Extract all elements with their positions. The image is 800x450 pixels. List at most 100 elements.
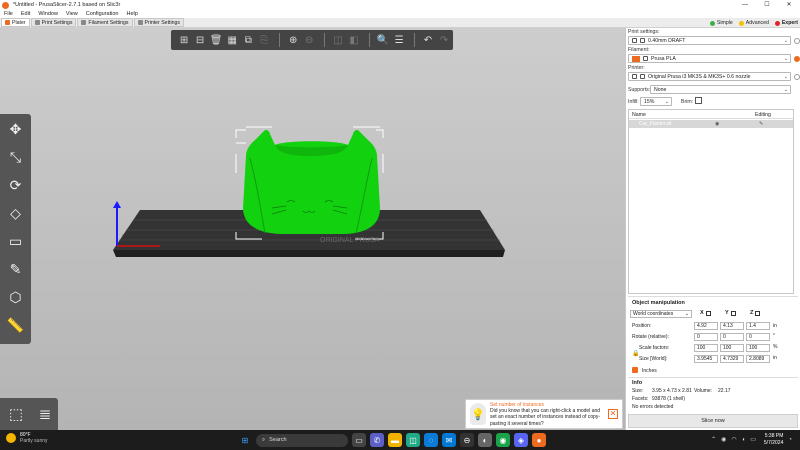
inches-checkbox[interactable] [632, 367, 638, 373]
reset-icon[interactable] [794, 38, 800, 44]
size-y-field[interactable]: 4.7329 [720, 355, 744, 363]
print-settings-combo[interactable]: 0.40mm DRAFT ⌄ [628, 36, 791, 45]
delete-icon[interactable]: ⊟ [193, 32, 207, 48]
weather-widget[interactable]: 80°F Partly sunny [6, 432, 48, 444]
cut-icon[interactable]: ▭ [4, 230, 27, 252]
search-icon[interactable]: 🔍 [376, 32, 390, 48]
mail-icon[interactable]: ✉ [442, 433, 456, 447]
app-icon[interactable]: ◐ [478, 433, 492, 447]
reset-icon[interactable] [794, 74, 800, 80]
paste-icon[interactable]: ⎘ [257, 32, 271, 48]
tab-print-settings[interactable]: Print Settings [30, 18, 77, 27]
eye-icon[interactable]: ◉ [715, 121, 719, 127]
position-y-field[interactable]: 4.13 [720, 322, 744, 330]
mode-advanced[interactable]: Advanced [738, 20, 769, 26]
slice-now-button[interactable]: Slice now [628, 414, 798, 428]
add-instance-icon[interactable]: ⊕ [286, 32, 300, 48]
tab-plater[interactable]: Plater [1, 18, 30, 27]
battery-icon[interactable]: ▭ [750, 436, 756, 443]
layers-editing-icon[interactable]: ☰ [392, 32, 406, 48]
delete-all-icon[interactable]: 🗑 [209, 32, 223, 48]
edge-icon[interactable]: ◌ [424, 433, 438, 447]
tray-overflow-icon[interactable]: ⌃ [711, 436, 716, 443]
volume-icon[interactable]: ◖ [742, 437, 746, 443]
start-icon[interactable]: ⊞ [238, 433, 252, 447]
clock[interactable]: 5:38 PM 5/7/2024 [764, 433, 783, 446]
rotate-z-field[interactable]: 0 [746, 333, 770, 341]
split-parts-icon[interactable]: ◧ [347, 32, 361, 48]
task-view-icon[interactable]: ▭ [352, 433, 366, 447]
menu-configuration[interactable]: Configuration [86, 11, 119, 17]
taskbar-search[interactable]: ⌕ Search [256, 433, 348, 447]
tab-printer-settings[interactable]: Printer Settings [133, 18, 184, 27]
tab-bar: Plater Print Settings Filament Settings … [0, 18, 800, 28]
cat-planter-model[interactable] [243, 130, 380, 234]
filament-combo[interactable]: Prusa PLA ⌄ [628, 54, 791, 63]
notification-bell-icon[interactable]: ◔ [788, 437, 792, 443]
chrome-icon[interactable]: ◉ [496, 433, 510, 447]
teams-icon[interactable]: ✆ [370, 433, 384, 447]
menu-edit[interactable]: Edit [21, 11, 30, 17]
file-explorer-icon[interactable]: ▬ [388, 433, 402, 447]
size-z-field[interactable]: 2.8089 [746, 355, 770, 363]
menu-view[interactable]: View [66, 11, 78, 17]
measure-icon[interactable]: 📏 [4, 314, 27, 336]
remove-instance-icon[interactable]: ⊖ [302, 32, 316, 48]
maximize-button[interactable]: ☐ [756, 0, 778, 10]
filament-label: Filament: [628, 47, 650, 53]
menu-help[interactable]: Help [126, 11, 137, 17]
undo-icon[interactable]: ↶ [421, 32, 435, 48]
infill-combo[interactable]: 15% ⌄ [640, 97, 672, 106]
wifi-icon[interactable]: ◠ [731, 436, 736, 443]
preview-icon[interactable]: ≣ [32, 401, 58, 427]
edit-icon[interactable]: ✎ [759, 121, 763, 127]
mode-simple[interactable]: Simple [709, 20, 733, 26]
move-icon[interactable]: ✥ [4, 118, 27, 140]
printer-combo[interactable]: Original Prusa i3 MK3S & MK3S+ 0.6 nozzl… [628, 72, 791, 81]
tray-app-icon[interactable]: ◉ [721, 436, 726, 443]
seam-paint-icon[interactable]: ⬡ [4, 286, 27, 308]
chevron-down-icon: ⌄ [684, 311, 689, 317]
store-icon[interactable]: ◫ [406, 433, 420, 447]
place-on-face-icon[interactable]: ◇ [4, 202, 27, 224]
inches-label: Inches [642, 368, 657, 374]
redo-icon[interactable]: ↷ [437, 32, 451, 48]
support-paint-icon[interactable]: ✎ [4, 258, 27, 280]
close-icon[interactable]: ✕ [608, 409, 618, 419]
lock-icon [640, 74, 645, 79]
prusaslicer-taskbar-icon[interactable]: ● [532, 433, 546, 447]
copy-icon[interactable]: ⧉ [241, 32, 255, 48]
size-x-field[interactable]: 3.9545 [694, 355, 718, 363]
minimize-button[interactable]: — [734, 0, 756, 10]
app-icon[interactable]: ⊖ [460, 433, 474, 447]
scale-icon[interactable]: ⤡ [4, 146, 27, 168]
close-button[interactable]: ✕ [778, 0, 800, 10]
system-preset-icon [632, 38, 637, 43]
info-volume-value: 22.17 [718, 388, 731, 394]
scale-y-field[interactable]: 100 [720, 344, 744, 352]
info-facets-label: Facets: [632, 396, 649, 402]
scale-x-field[interactable]: 100 [694, 344, 718, 352]
axis-z: Z [750, 310, 761, 316]
app-icon[interactable]: ◈ [514, 433, 528, 447]
brim-checkbox[interactable] [695, 97, 702, 104]
split-objects-icon[interactable]: ◫ [331, 32, 345, 48]
scale-z-field[interactable]: 100 [746, 344, 770, 352]
3d-view-icon[interactable]: ⬚ [3, 401, 29, 427]
menu-file[interactable]: File [4, 11, 13, 17]
coordinates-combo[interactable]: World coordinates ⌄ [630, 310, 692, 318]
rotate-x-field[interactable]: 0 [694, 333, 718, 341]
add-icon[interactable]: ⊞ [177, 32, 191, 48]
menu-window[interactable]: Window [38, 11, 58, 17]
rotate-y-field[interactable]: 0 [720, 333, 744, 341]
supports-combo[interactable]: None ⌄ [650, 85, 791, 94]
position-z-field[interactable]: 1.4 [746, 322, 770, 330]
arrange-icon[interactable]: ▦ [225, 32, 239, 48]
reset-icon[interactable] [794, 56, 800, 62]
list-item[interactable]: Cat_Planter.stl ◉ ✎ [629, 120, 793, 128]
position-x-field[interactable]: 4.92 [694, 322, 718, 330]
rotate-icon[interactable]: ⟳ [4, 174, 27, 196]
mode-expert[interactable]: Expert [774, 20, 798, 26]
3d-viewport[interactable]: ORIGINAL PRUSA ⊞ ⊟ 🗑 ▦ ⧉ ⎘ ⊕ ⊖ ◫ ◧ 🔍 ☰ ↶… [0, 28, 625, 430]
tab-filament-settings[interactable]: Filament Settings [77, 18, 133, 27]
